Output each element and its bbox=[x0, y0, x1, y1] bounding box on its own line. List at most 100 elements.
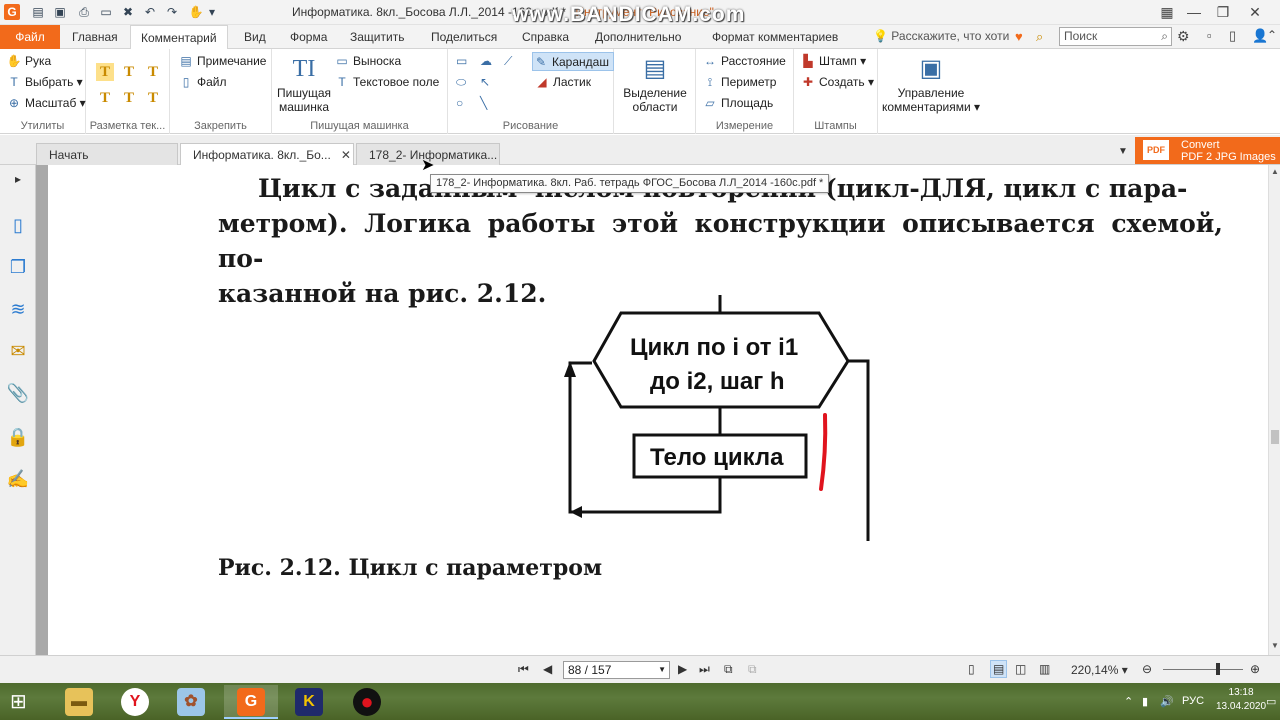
tab-help[interactable]: Справка bbox=[512, 25, 579, 49]
language-indicator[interactable]: РУС bbox=[1182, 695, 1204, 707]
customize-dropdown-icon[interactable]: ▾ bbox=[204, 4, 220, 20]
folder-search-icon[interactable]: ⌕ bbox=[1036, 29, 1043, 45]
taskbar-bandicam[interactable]: ● bbox=[340, 685, 394, 719]
strikeout-icon[interactable]: T bbox=[96, 89, 114, 107]
redo-icon[interactable]: ↷ bbox=[164, 4, 180, 20]
next-page-icon[interactable]: ▶ bbox=[678, 662, 687, 676]
tab-form[interactable]: Форма bbox=[280, 25, 337, 49]
textbox-button[interactable]: T Текстовое поле bbox=[334, 73, 439, 92]
settings-gear-icon[interactable]: ⚙ bbox=[1177, 28, 1190, 45]
tell-me-box[interactable]: 💡 Расскажите, что хоти bbox=[873, 29, 1009, 43]
manage-comments-button[interactable]: ▣ Управление комментариями ▾ bbox=[880, 55, 982, 114]
prev-page-icon[interactable]: ◀ bbox=[543, 662, 552, 676]
undo-icon[interactable]: ↶ bbox=[142, 4, 158, 20]
taskbar-foxit[interactable]: G bbox=[224, 685, 278, 719]
comments-icon[interactable]: ✉ bbox=[6, 339, 30, 363]
circle-tool[interactable]: ○ bbox=[456, 94, 463, 113]
sign-in-icon[interactable]: ▯ bbox=[1229, 28, 1236, 44]
note-button[interactable]: ▤ Примечание bbox=[178, 52, 266, 71]
print-icon[interactable]: ⎙ bbox=[76, 4, 92, 20]
volume-icon[interactable]: 🔊 bbox=[1160, 695, 1174, 708]
distance-tool[interactable]: ↔ Расстояние bbox=[702, 52, 786, 71]
signature-icon[interactable]: ✍ bbox=[6, 467, 30, 491]
heart-icon[interactable]: ♥ bbox=[1015, 29, 1023, 44]
select-tool[interactable]: T Выбрать ▾ bbox=[6, 73, 82, 92]
insert-text-icon[interactable]: T bbox=[144, 89, 162, 107]
zoom-slider-thumb[interactable] bbox=[1216, 663, 1220, 675]
zoom-in-icon[interactable]: ⊕ bbox=[1250, 662, 1260, 676]
open-folder-icon[interactable]: ▤ bbox=[30, 4, 46, 20]
stamp-button[interactable]: ▙ Штамп ▾ bbox=[800, 52, 866, 71]
squiggly-icon[interactable]: T bbox=[120, 63, 138, 81]
area-tool[interactable]: ▱ Площадь bbox=[702, 94, 773, 113]
scroll-thumb[interactable] bbox=[1271, 430, 1279, 444]
tab-view[interactable]: Вид bbox=[234, 25, 276, 49]
tab-document-1[interactable]: Информатика. 8кл._Бо... ✕ bbox=[180, 143, 354, 166]
tab-start[interactable]: Начать bbox=[36, 143, 178, 166]
windows-start-icon[interactable]: ⊞ bbox=[10, 690, 36, 714]
line-tool[interactable]: ╲ bbox=[480, 94, 487, 113]
area-highlight-button[interactable]: ▤ Выделение области bbox=[618, 55, 692, 114]
callout-button[interactable]: ▭ Выноска bbox=[334, 52, 401, 71]
highlight-icon[interactable]: T bbox=[96, 63, 114, 81]
scan-icon[interactable]: ▭ bbox=[98, 4, 114, 20]
ribbon-display-icon[interactable]: ▦ bbox=[1156, 2, 1178, 22]
expand-panel-icon[interactable]: ▸ bbox=[6, 167, 30, 191]
user-icon[interactable]: 👤 bbox=[1252, 28, 1268, 44]
next-view-icon[interactable]: ⧉ bbox=[748, 662, 757, 677]
security-lock-icon[interactable]: 🔒 bbox=[6, 425, 30, 449]
taskbar-paint[interactable]: ✿ bbox=[164, 685, 218, 719]
polyline-tool[interactable]: ⟋ bbox=[504, 52, 512, 71]
tab-list-dropdown-icon[interactable]: ▼ bbox=[1118, 146, 1128, 157]
app-logo-icon[interactable]: G bbox=[4, 4, 20, 20]
last-page-icon[interactable]: ⏭ bbox=[699, 662, 710, 677]
tab-advanced[interactable]: Дополнительно bbox=[585, 25, 691, 49]
search-input[interactable]: Поиск ⌕ bbox=[1059, 27, 1172, 46]
zoom-slider[interactable] bbox=[1163, 669, 1243, 670]
pencil-tool[interactable]: ✎ Карандаш bbox=[532, 52, 614, 71]
delete-icon[interactable]: ✖ bbox=[120, 4, 136, 20]
scroll-down-icon[interactable]: ▼ bbox=[1270, 641, 1280, 653]
taskbar-k-app[interactable]: K bbox=[282, 685, 336, 719]
replace-text-icon[interactable]: T bbox=[120, 89, 138, 107]
minimize-button[interactable]: — bbox=[1183, 2, 1205, 22]
collapse-ribbon-icon[interactable]: ⌃ bbox=[1267, 28, 1277, 42]
layers-icon[interactable]: ≋ bbox=[6, 297, 30, 321]
notifications-icon[interactable]: ▭ bbox=[1266, 695, 1276, 708]
facing-page-icon[interactable]: ◫ bbox=[1015, 662, 1026, 676]
hand-tool[interactable]: ✋ Рука bbox=[6, 52, 52, 71]
attachments-icon[interactable]: 📎 bbox=[6, 381, 30, 405]
save-icon[interactable]: ▣ bbox=[52, 4, 68, 20]
create-stamp-button[interactable]: ✚ Создать ▾ bbox=[800, 73, 874, 92]
tab-home[interactable]: Главная bbox=[62, 25, 128, 49]
rectangle-tool[interactable]: ▭ bbox=[456, 52, 467, 71]
tab-share[interactable]: Поделиться bbox=[421, 25, 507, 49]
close-tab-icon[interactable]: ✕ bbox=[341, 148, 351, 162]
tray-expand-icon[interactable]: ⌃ bbox=[1124, 695, 1133, 708]
continuous-facing-icon[interactable]: ▥ bbox=[1039, 662, 1050, 676]
bookmarks-icon[interactable]: ▯ bbox=[6, 213, 30, 237]
single-page-icon[interactable]: ▯ bbox=[968, 662, 975, 676]
hand-tool-icon[interactable]: ✋ bbox=[188, 4, 204, 20]
eraser-tool[interactable]: ◢ Ластик bbox=[534, 73, 591, 92]
tab-comment-format[interactable]: Формат комментариев bbox=[702, 25, 848, 49]
perimeter-tool[interactable]: ⟟ Периметр bbox=[702, 73, 777, 92]
file-attach-button[interactable]: ▯ Файл bbox=[178, 73, 227, 92]
tab-protect[interactable]: Защитить bbox=[340, 25, 414, 49]
cloud-tool[interactable]: ☁ bbox=[480, 52, 492, 71]
arrow-tool[interactable]: ↖ bbox=[480, 73, 490, 92]
close-button[interactable]: ✕ bbox=[1244, 2, 1266, 22]
network-icon[interactable]: ▮ bbox=[1142, 695, 1148, 708]
underline-icon[interactable]: T bbox=[144, 63, 162, 81]
prev-view-icon[interactable]: ⧉ bbox=[724, 662, 733, 677]
page-number-input[interactable]: 88 / 157 ▼ bbox=[563, 661, 670, 679]
system-clock[interactable]: 13:18 13.04.2020 bbox=[1216, 686, 1266, 714]
skin-icon[interactable]: ▫ bbox=[1207, 28, 1212, 43]
vertical-scrollbar[interactable]: ▲ ▼ bbox=[1268, 165, 1280, 655]
continuous-page-icon[interactable]: ▤ bbox=[990, 660, 1008, 678]
scroll-up-icon[interactable]: ▲ bbox=[1270, 167, 1280, 179]
tab-file[interactable]: Файл bbox=[0, 25, 60, 49]
convert-pdf-banner[interactable]: PDF Convert PDF 2 JPG Images bbox=[1135, 137, 1280, 164]
oval-tool[interactable]: ⬭ bbox=[456, 73, 466, 92]
zoom-level[interactable]: 220,14% ▾ bbox=[1071, 663, 1128, 677]
